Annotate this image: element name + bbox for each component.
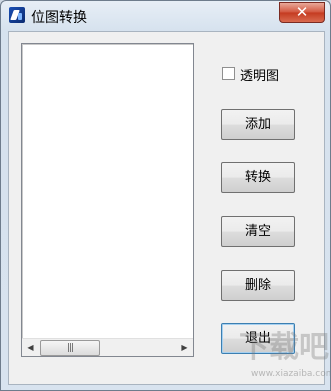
- close-button[interactable]: ✕: [279, 2, 325, 23]
- scroll-left-icon[interactable]: ◀: [22, 339, 39, 356]
- window-title: 位图转换: [31, 10, 87, 26]
- app-icon: [9, 7, 25, 23]
- transparent-checkbox[interactable]: [222, 67, 235, 80]
- scroll-right-icon[interactable]: ▶: [176, 339, 193, 356]
- delete-button[interactable]: 删除: [221, 270, 295, 301]
- file-list[interactable]: ◀ ||| ▶: [21, 43, 194, 357]
- app-window: 位图转换 ✕ ◀ ||| ▶ 透明图 添加 转换 清空 删除 退出 下载吧 ww…: [0, 0, 331, 391]
- scroll-thumb[interactable]: |||: [40, 340, 100, 356]
- title-bar[interactable]: 位图转换 ✕: [1, 1, 330, 31]
- horizontal-scrollbar[interactable]: ◀ ||| ▶: [22, 338, 193, 356]
- transparent-checkbox-label[interactable]: 透明图: [240, 65, 279, 84]
- add-button[interactable]: 添加: [221, 109, 295, 140]
- clear-button[interactable]: 清空: [221, 216, 295, 247]
- watermark-url: www.xiazaiba.com: [251, 369, 331, 379]
- convert-button[interactable]: 转换: [221, 162, 295, 193]
